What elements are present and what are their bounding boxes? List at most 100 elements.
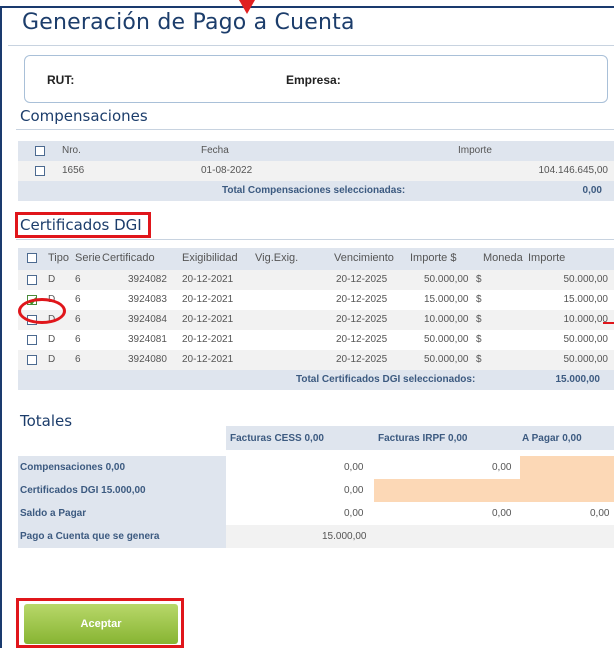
table-row[interactable]: D 6 3924080 20-12-2021 20-12-2025 50.000… bbox=[18, 350, 614, 370]
cell-vencimiento: 20-12-2025 bbox=[336, 334, 388, 345]
select-all-checkbox[interactable] bbox=[27, 253, 37, 263]
totales-table: Facturas CESS 0,00 Facturas IRPF 0,00 A … bbox=[18, 426, 614, 548]
row-label: Saldo a Pagar bbox=[18, 502, 226, 525]
cell-moneda: $ bbox=[476, 274, 482, 285]
table-row[interactable]: D 6 3924082 20-12-2021 20-12-2025 50.000… bbox=[18, 270, 614, 290]
table-row[interactable]: 1656 01-08-2022 104.146.645,00 bbox=[18, 161, 614, 181]
cell-exigibilidad: 20-12-2021 bbox=[182, 274, 234, 285]
row-checkbox[interactable] bbox=[35, 166, 45, 176]
cell-importe-pesos: 15.000,00 bbox=[424, 294, 469, 305]
total-row: Total Certificados DGI seleccionados: 15… bbox=[18, 370, 614, 390]
table-header-row: Tipo Serie Certificado Exigibilidad Vig.… bbox=[18, 248, 614, 270]
totales-row: Pago a Cuenta que se genera 15.000,00 bbox=[18, 525, 614, 548]
col-fecha: Fecha bbox=[201, 145, 229, 156]
compensaciones-heading: Compensaciones bbox=[20, 107, 148, 125]
row-label: Pago a Cuenta que se genera bbox=[18, 525, 226, 548]
col-facturas-irpf: Facturas IRPF 0,00 bbox=[378, 433, 468, 444]
total-label: Total Compensaciones seleccionadas: bbox=[222, 185, 406, 196]
totales-header-row: Facturas CESS 0,00 Facturas IRPF 0,00 A … bbox=[18, 426, 614, 450]
cell-importe-pesos: 50.000,00 bbox=[424, 354, 469, 365]
cell-certificado: 3924080 bbox=[128, 354, 167, 365]
cell-fecha: 01-08-2022 bbox=[201, 165, 253, 176]
cell-nro: 1656 bbox=[62, 165, 85, 176]
total-row: Total Compensaciones seleccionadas: 0,00 bbox=[18, 181, 614, 201]
section-divider bbox=[16, 129, 614, 130]
cell-importe: 50.000,00 bbox=[563, 274, 609, 285]
cell-importe-pesos: 50.000,00 bbox=[424, 274, 469, 285]
cell-exigibilidad: 20-12-2021 bbox=[182, 294, 234, 305]
cell-cess: 0,00 bbox=[344, 485, 364, 496]
row-checkbox[interactable] bbox=[27, 355, 37, 365]
table-row[interactable]: D 6 3924083 20-12-2021 20-12-2025 15.000… bbox=[18, 290, 614, 310]
col-tipo: Tipo bbox=[48, 252, 69, 264]
highlight-cell bbox=[374, 479, 520, 502]
cell-importe-pesos: 10.000,00 bbox=[424, 314, 469, 325]
cell-vencimiento: 20-12-2025 bbox=[336, 314, 388, 325]
cell-tipo: D bbox=[48, 274, 56, 285]
info-box: RUT: Empresa: bbox=[24, 55, 608, 103]
page-title: Generación de Pago a Cuenta bbox=[22, 10, 355, 35]
totales-row: Saldo a Pagar 0,00 0,00 0,00 bbox=[18, 502, 614, 525]
select-all-checkbox[interactable] bbox=[35, 146, 45, 156]
col-importe: Importe bbox=[458, 145, 492, 156]
cell-importe: 10.000,00 bbox=[563, 314, 609, 325]
cell-tipo: D bbox=[48, 334, 56, 345]
total-label: Total Certificados DGI seleccionados: bbox=[296, 374, 476, 385]
cell-serie: 6 bbox=[75, 274, 81, 285]
row-checkbox[interactable] bbox=[27, 335, 37, 345]
annotation-highlight-circle bbox=[18, 298, 66, 324]
cell-cess: 15.000,00 bbox=[322, 531, 367, 542]
table-header-row: Nro. Fecha Importe bbox=[18, 141, 614, 161]
cell-serie: 6 bbox=[75, 334, 81, 345]
empresa-label: Empresa: bbox=[286, 73, 341, 87]
annotation-highlight-box bbox=[15, 212, 151, 238]
cell-exigibilidad: 20-12-2021 bbox=[182, 354, 234, 365]
cell-importe: 104.146.645,00 bbox=[538, 165, 608, 176]
row-label: Compensaciones 0,00 bbox=[18, 456, 226, 479]
compensaciones-table: Nro. Fecha Importe 1656 01-08-2022 104.1… bbox=[18, 141, 614, 201]
cell-cess: 0,00 bbox=[344, 462, 364, 473]
col-importe-pesos: Importe $ bbox=[410, 252, 457, 264]
totales-row: Certificados DGI 15.000,00 0,00 bbox=[18, 479, 614, 502]
table-row[interactable]: D 6 3924081 20-12-2021 20-12-2025 50.000… bbox=[18, 330, 614, 350]
row-checkbox[interactable] bbox=[27, 275, 37, 285]
col-vig-exig: Vig.Exig. bbox=[255, 252, 299, 264]
col-importe: Importe bbox=[528, 252, 566, 264]
row-label: Certificados DGI 15.000,00 bbox=[18, 479, 226, 502]
rut-label: RUT: bbox=[47, 73, 75, 87]
cell-importe: 15.000,00 bbox=[563, 294, 609, 305]
cell-exigibilidad: 20-12-2021 bbox=[182, 314, 234, 325]
cell-serie: 6 bbox=[75, 354, 81, 365]
cell-certificado: 3924084 bbox=[128, 314, 167, 325]
cell-vencimiento: 20-12-2025 bbox=[336, 294, 388, 305]
cell-exigibilidad: 20-12-2021 bbox=[182, 334, 234, 345]
cell-moneda: $ bbox=[476, 354, 482, 365]
section-divider bbox=[16, 239, 614, 240]
col-vencimiento: Vencimiento bbox=[334, 252, 394, 264]
annotation-mark bbox=[603, 322, 614, 324]
cell-certificado: 3924082 bbox=[128, 274, 167, 285]
col-nro: Nro. bbox=[62, 145, 81, 156]
col-facturas-cess: Facturas CESS 0,00 bbox=[230, 433, 324, 444]
totales-row: Compensaciones 0,00 0,00 0,00 bbox=[18, 456, 614, 502]
cell-tipo: D bbox=[48, 354, 56, 365]
col-exigibilidad: Exigibilidad bbox=[182, 252, 238, 264]
cell-certificado: 3924083 bbox=[128, 294, 167, 305]
cell-pagar: 0,00 bbox=[590, 508, 610, 519]
col-a-pagar: A Pagar 0,00 bbox=[522, 433, 582, 444]
cell-importe-pesos: 50.000,00 bbox=[424, 334, 469, 345]
table-row[interactable]: D 6 3924084 20-12-2021 20-12-2025 10.000… bbox=[18, 310, 614, 330]
certificados-table: Tipo Serie Certificado Exigibilidad Vig.… bbox=[18, 248, 614, 390]
col-certificado: Certificado bbox=[102, 252, 155, 264]
total-value: 15.000,00 bbox=[555, 374, 601, 385]
cell-importe: 50.000,00 bbox=[563, 354, 609, 365]
cell-irpf: 0,00 bbox=[492, 508, 512, 519]
cell-moneda: $ bbox=[476, 294, 482, 305]
cell-cess: 0,00 bbox=[344, 508, 364, 519]
title-divider bbox=[8, 45, 614, 46]
cell-serie: 6 bbox=[75, 294, 81, 305]
col-moneda: Moneda bbox=[483, 252, 523, 264]
cell-vencimiento: 20-12-2025 bbox=[336, 274, 388, 285]
total-value: 0,00 bbox=[582, 185, 602, 196]
cell-vencimiento: 20-12-2025 bbox=[336, 354, 388, 365]
